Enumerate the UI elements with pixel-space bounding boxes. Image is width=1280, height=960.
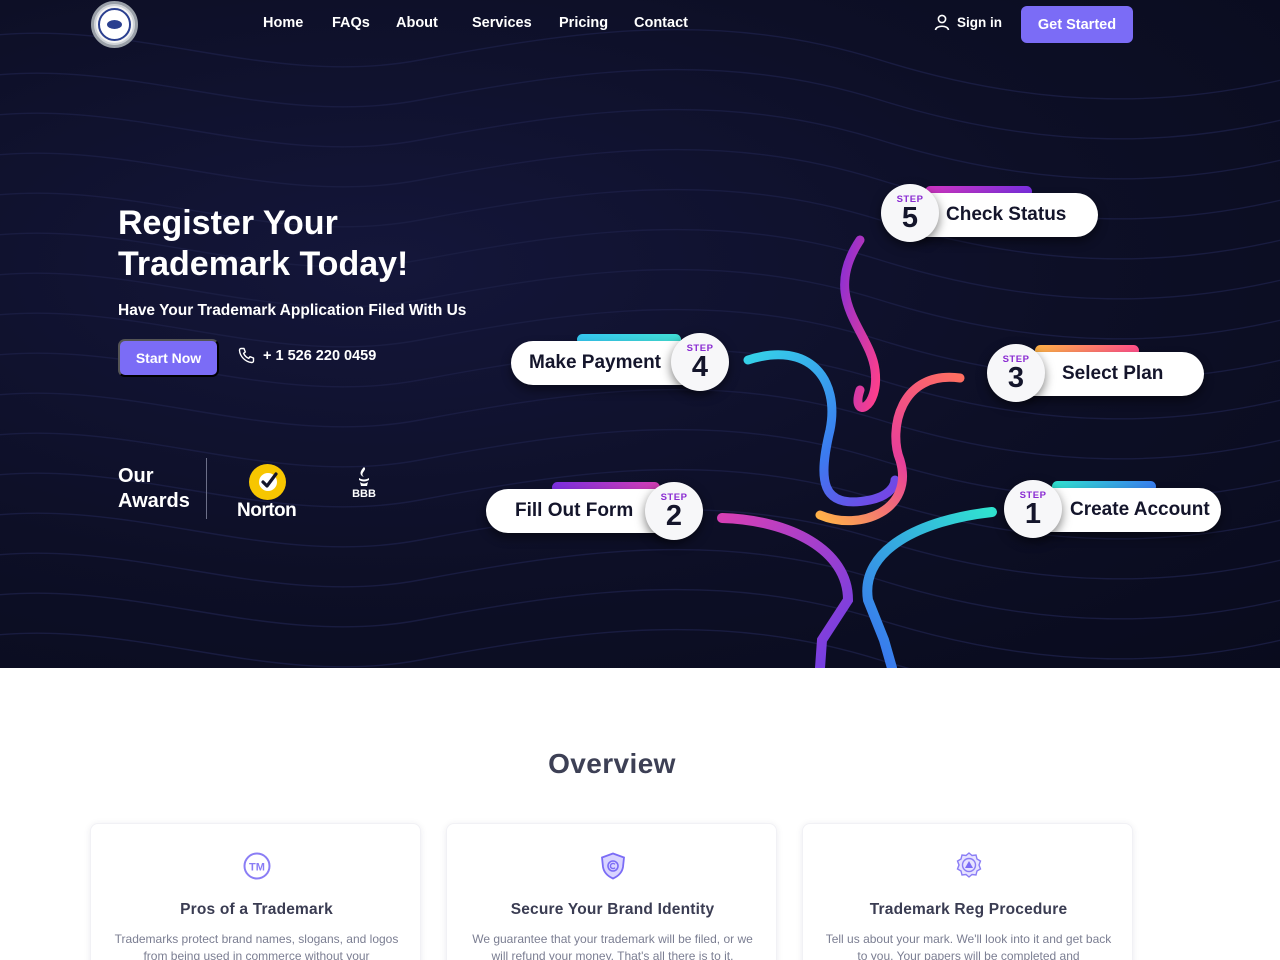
- step-4-badge: STEP 4: [671, 333, 729, 391]
- step-5-badge: STEP 5: [881, 184, 939, 242]
- step-1-number: 1: [1024, 497, 1042, 530]
- svg-text:TM: TM: [249, 862, 265, 874]
- hero-subtitle: Have Your Trademark Application Filed Wi…: [118, 302, 467, 319]
- nav-about[interactable]: About: [396, 15, 438, 31]
- nav-home[interactable]: Home: [263, 15, 303, 31]
- nav-services[interactable]: Services: [472, 15, 532, 31]
- phone-number: + 1 526 220 0459: [263, 347, 377, 364]
- card-title: Trademark Reg Procedure: [869, 901, 1068, 918]
- step-3-label: Select Plan: [1062, 363, 1164, 384]
- hero-section: Home FAQs About Services Pricing Contact…: [0, 0, 1280, 668]
- steps-ribbon-graphic: [717, 235, 997, 668]
- overview-card-secure[interactable]: Secure Your Brand Identity We guarantee …: [446, 823, 777, 960]
- norton-award: Norton: [236, 458, 302, 522]
- start-now-button[interactable]: Start Now: [118, 339, 219, 377]
- nav-pricing[interactable]: Pricing: [559, 15, 608, 31]
- user-icon: [934, 14, 950, 31]
- card-title: Pros of a Trademark: [180, 901, 333, 918]
- step-1-label: Create Account: [1070, 499, 1210, 520]
- card-text: We guarantee that your trademark will be…: [472, 932, 753, 960]
- awards-title: Our Awards: [118, 465, 190, 512]
- awards-divider: [206, 458, 207, 519]
- step-4-label: Make Payment: [529, 352, 662, 373]
- overview-title: Overview: [548, 748, 676, 779]
- step-1-badge: STEP 1: [1004, 480, 1062, 538]
- sign-in-link[interactable]: Sign in: [934, 14, 1002, 31]
- bbb-torch-icon: [359, 467, 369, 486]
- card-text: Trademarks protect brand names, slogans,…: [114, 932, 399, 960]
- get-started-button[interactable]: Get Started: [1021, 6, 1133, 43]
- bbb-award: BBB: [351, 466, 377, 512]
- step-3-number: 3: [1007, 361, 1025, 394]
- phone-link[interactable]: + 1 526 220 0459: [238, 347, 376, 364]
- sign-in-label: Sign in: [957, 15, 1002, 30]
- logo-seal-icon: [98, 8, 131, 41]
- card-text: Tell us about your mark. We'll look into…: [825, 932, 1112, 960]
- phone-icon: [238, 347, 255, 364]
- step-4-number: 4: [691, 350, 709, 383]
- step-2-badge: STEP 2: [645, 482, 703, 540]
- shield-icon: [601, 852, 625, 880]
- site-logo[interactable]: [91, 1, 138, 48]
- overview-card-procedure[interactable]: Trademark Reg Procedure Tell us about yo…: [802, 823, 1133, 960]
- step-5-number: 5: [901, 201, 919, 234]
- step-3-badge: STEP 3: [987, 344, 1045, 402]
- trademark-icon: TM: [243, 852, 271, 880]
- nav-faqs[interactable]: FAQs: [332, 15, 370, 31]
- step-5-label: Check Status: [946, 204, 1067, 225]
- nav-contact[interactable]: Contact: [634, 15, 688, 31]
- bbb-label: BBB: [352, 488, 376, 500]
- overview-card-pros[interactable]: TM Pros of a Trademark Trademarks protec…: [90, 823, 421, 960]
- norton-check-icon: [249, 464, 286, 500]
- norton-label: Norton: [237, 500, 297, 521]
- card-title: Secure Your Brand Identity: [510, 901, 715, 918]
- hero-title: Register Your Trademark Today!: [118, 204, 409, 283]
- step-2-number: 2: [665, 499, 683, 532]
- step-2-label: Fill Out Form: [515, 500, 634, 521]
- badge-icon: [956, 852, 982, 878]
